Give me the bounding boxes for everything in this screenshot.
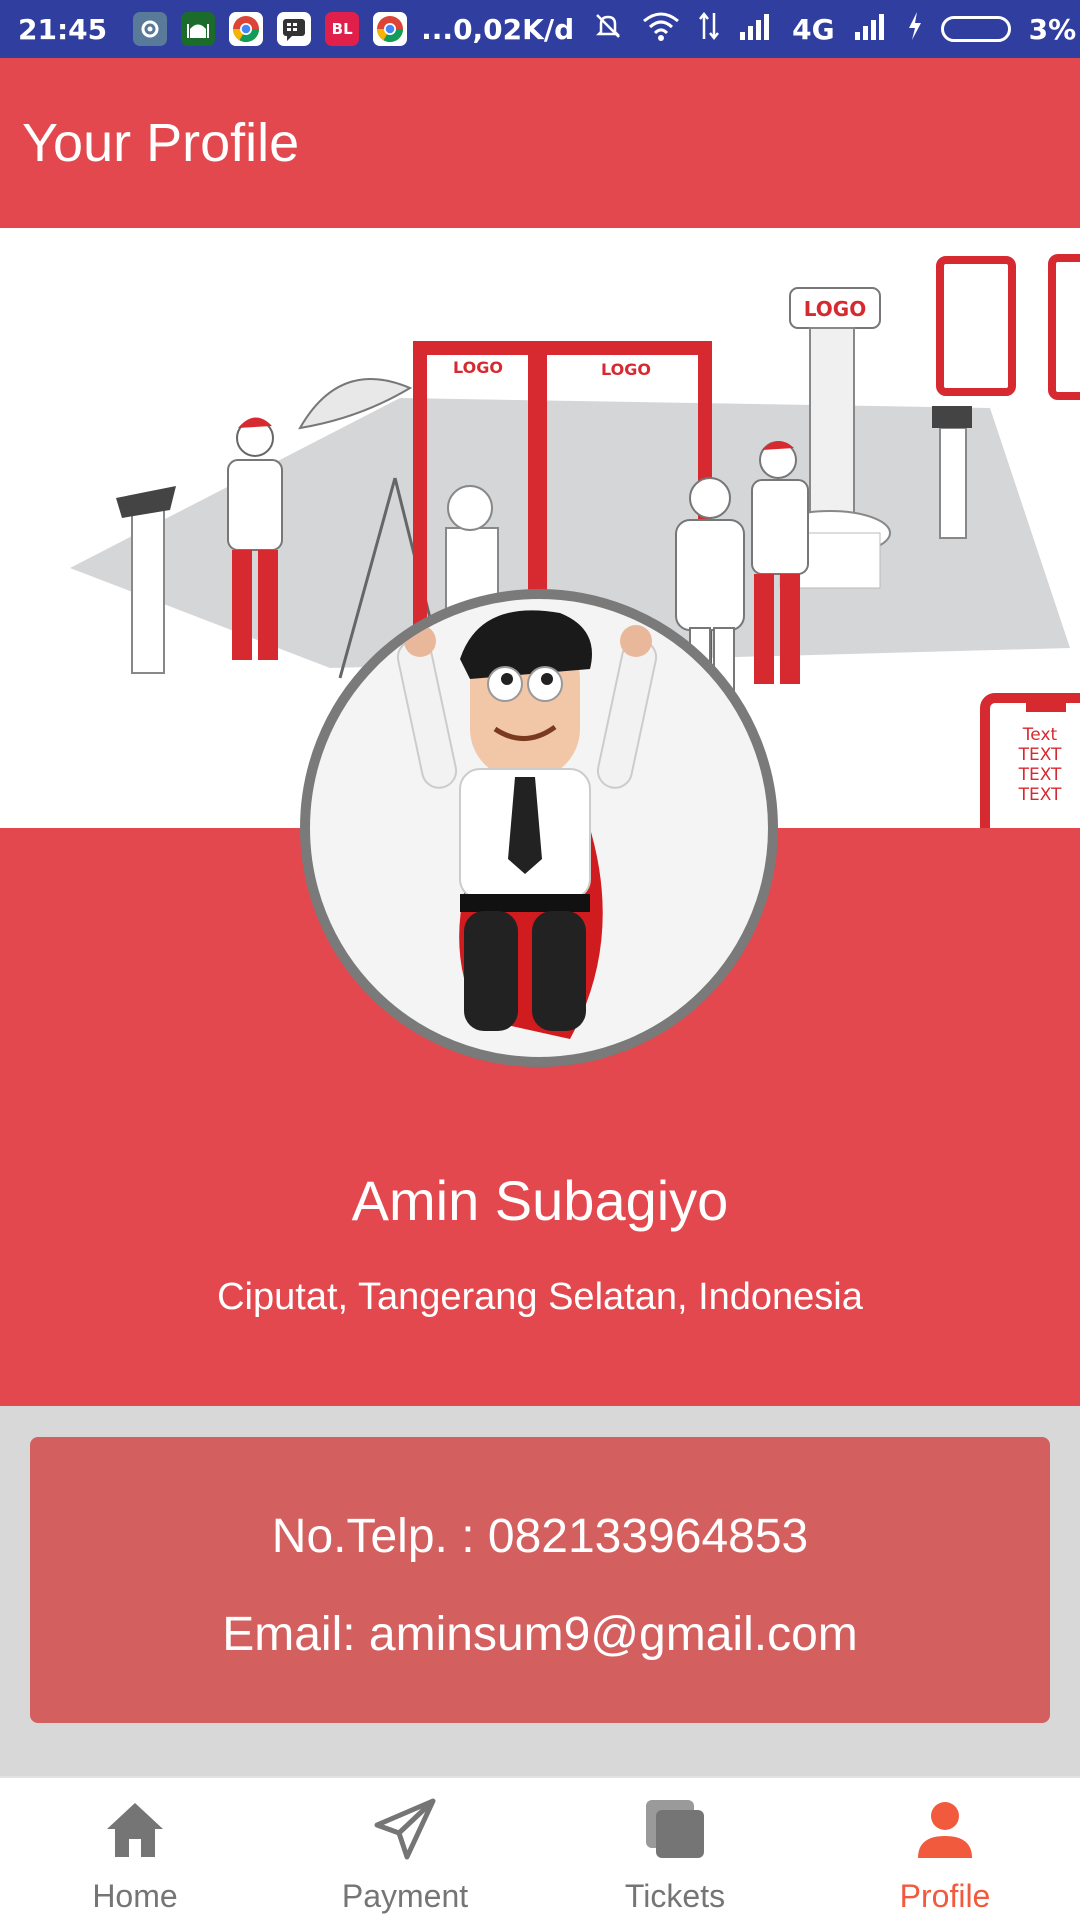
- nav-home-label: Home: [92, 1878, 178, 1914]
- home-icon: [100, 1794, 170, 1864]
- charging-icon: [907, 11, 923, 48]
- profile-screen: 21:45 BL ... 0,02K/d 4G 3% Your Profile …: [0, 0, 1080, 1920]
- chrome-notification-icon: [373, 12, 408, 46]
- contact-card: No.Telp. : 082133964853 Email: aminsum9@…: [30, 1437, 1050, 1723]
- signal-icon: [738, 12, 774, 47]
- tower-logo-text: LOGO: [804, 297, 866, 321]
- more-notifications-indicator: ...: [421, 12, 454, 46]
- nav-tickets-label: Tickets: [624, 1878, 726, 1914]
- bbm-notification-icon: [277, 12, 312, 46]
- nav-profile-label: Profile: [899, 1878, 991, 1914]
- chrome-notification-icon: [229, 12, 264, 46]
- wifi-icon: [642, 11, 680, 48]
- bottom-navigation: Home Payment Tickets Profile: [0, 1776, 1080, 1920]
- nav-profile[interactable]: Profile: [810, 1778, 1080, 1920]
- bl-notification-icon: BL: [325, 12, 360, 46]
- nav-payment[interactable]: Payment: [270, 1778, 540, 1920]
- sign-text-line: TEXT: [1018, 785, 1062, 805]
- settings-notification-icon: [133, 12, 168, 46]
- person-icon: [910, 1794, 980, 1864]
- nav-tickets[interactable]: Tickets: [540, 1778, 810, 1920]
- app-bar: Your Profile: [0, 58, 1080, 228]
- battery-icon: [940, 16, 1011, 42]
- data-transfer-icon: [698, 11, 720, 48]
- email-address[interactable]: Email: aminsum9@gmail.com: [30, 1607, 1050, 1662]
- nav-payment-label: Payment: [341, 1878, 469, 1914]
- nav-home[interactable]: Home: [0, 1778, 270, 1920]
- sign-text-line: Text: [1022, 725, 1058, 745]
- page-title: Your Profile: [22, 113, 300, 173]
- sign-text-line: TEXT: [1018, 745, 1062, 765]
- status-bar: 21:45 BL ... 0,02K/d 4G 3%: [0, 0, 1080, 58]
- booth-logo-text: LOGO: [601, 360, 651, 379]
- paper-plane-icon: [370, 1794, 440, 1864]
- mosque-notification-icon: [181, 12, 216, 46]
- battery-percent: 3%: [1028, 12, 1077, 46]
- status-time: 21:45: [18, 12, 108, 46]
- signal-icon: [853, 12, 889, 47]
- sign-text-line: TEXT: [1018, 765, 1062, 785]
- profile-name: Amin Subagiyo: [351, 1169, 729, 1232]
- phone-number[interactable]: No.Telp. : 082133964853: [30, 1509, 1050, 1564]
- profile-avatar[interactable]: [300, 589, 778, 1067]
- profile-location: Ciputat, Tangerang Selatan, Indonesia: [217, 1276, 863, 1318]
- mute-icon: [592, 10, 624, 49]
- network-speed: 0,02K/d: [453, 12, 575, 46]
- tickets-icon: [640, 1794, 710, 1864]
- booth-logo-text: LOGO: [453, 358, 503, 377]
- network-type: 4G: [792, 12, 835, 46]
